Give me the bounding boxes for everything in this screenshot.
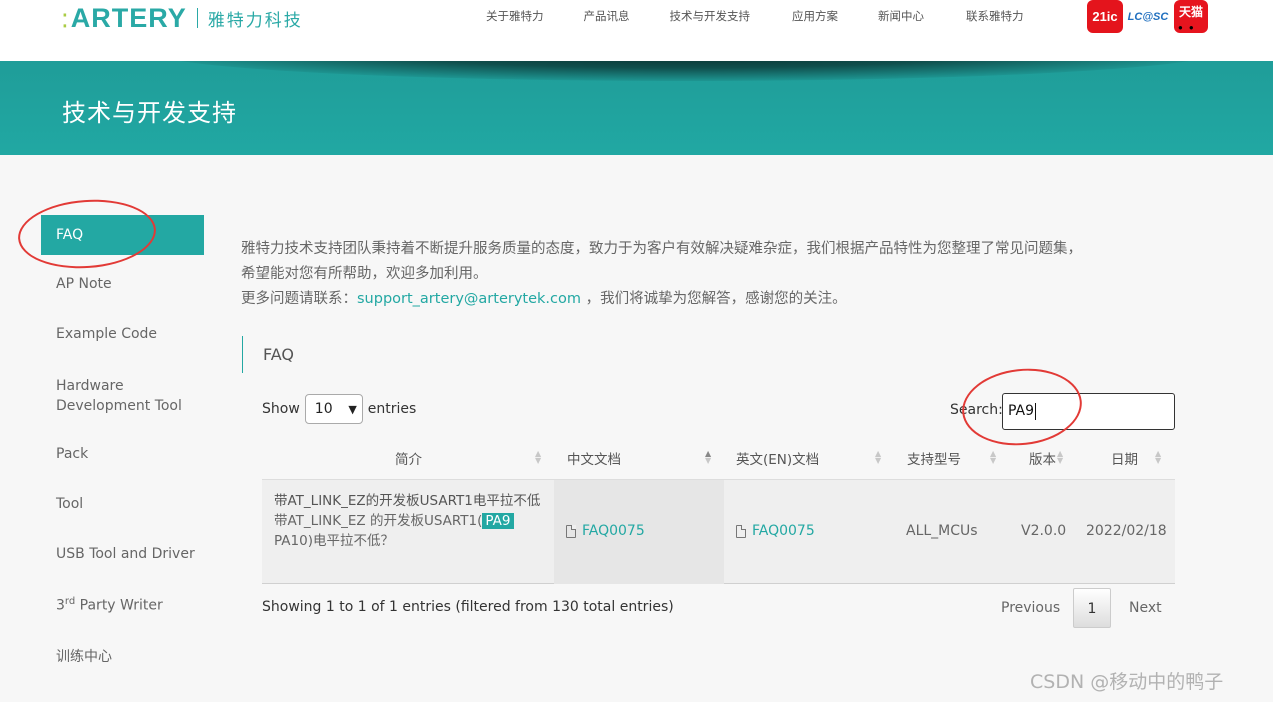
sort-icon: ▲ ▼ <box>875 449 882 465</box>
partner-tmall-logo[interactable]: 天猫 ●● <box>1174 0 1208 33</box>
col-date[interactable]: 日期 <box>1111 448 1138 468</box>
sidebar-item-tool[interactable]: Tool <box>41 496 83 512</box>
text-caret <box>1035 402 1037 420</box>
sidebar-item-pack[interactable]: Pack <box>41 446 88 462</box>
sidebar: FAQ AP Note Example Code Hardware Develo… <box>41 215 204 665</box>
nav-tech-support[interactable]: 技术与开发支持 <box>670 8 751 24</box>
main-nav: 关于雅特力 产品讯息 技术与开发支持 应用方案 新闻中心 联系雅特力 <box>486 8 1024 24</box>
sidebar-item-ap-note[interactable]: AP Note <box>41 276 112 292</box>
writer-label-sup: rd <box>64 596 76 607</box>
en-doc-label: FAQ0075 <box>752 523 815 539</box>
table-header: 简介 ▲ ▼ 中文文档 ▲ ▼ 英文(EN)文档 ▲ ▼ 支持型号 ▲ ▼ 版本 ▲ ▼ … <box>262 436 1175 480</box>
col-en-doc[interactable]: 英文(EN)文档 <box>736 448 819 468</box>
search-highlight: PA9 <box>482 513 514 529</box>
sidebar-item-faq[interactable]: FAQ <box>41 215 204 255</box>
nav-solutions[interactable]: 应用方案 <box>792 8 838 24</box>
section-title: FAQ <box>242 336 294 373</box>
row-brief-title: 带AT_LINK_EZ的开发板USART1电平拉不低 <box>274 493 541 509</box>
search-input-value: PA9 <box>1008 403 1035 419</box>
sidebar-item-third-party-writer[interactable]: 3rd Party Writer <box>41 596 211 614</box>
sidebar-item-example-code[interactable]: Example Code <box>41 326 157 342</box>
sort-icon: ▲ ▼ <box>990 449 997 465</box>
search-input[interactable]: PA9 <box>1002 393 1175 430</box>
logo-dots-icon: ⁚ <box>62 10 69 31</box>
contact-suffix: ，我们将诚挚为您解答，感谢您的关注。 <box>581 291 847 307</box>
col-brief[interactable]: 简介 <box>395 448 422 468</box>
logo-wordmark: ⁚ARTERY <box>62 2 187 33</box>
pdf-icon <box>566 524 576 538</box>
entries-select-value: 10 <box>314 401 333 417</box>
partner-21ic-logo[interactable]: 21ic <box>1087 0 1123 33</box>
row-brief: 带AT_LINK_EZ的开发板USART1电平拉不低 带AT_LINK_EZ 的… <box>274 491 544 551</box>
entries-select[interactable]: 10 ▼ <box>304 394 363 424</box>
logo-divider <box>196 8 198 28</box>
col-cn-doc[interactable]: 中文文档 <box>567 448 621 468</box>
page-banner: 技术与开发支持 <box>0 61 1273 155</box>
previous-page-button[interactable]: Previous <box>1001 588 1060 628</box>
nav-contact[interactable]: 联系雅特力 <box>966 8 1024 24</box>
brief-detail-pre: 带AT_LINK_EZ 的开发板USART1( <box>274 513 483 529</box>
brief-detail-post: PA10)电平拉不低？ <box>274 533 394 549</box>
contact-prefix: 更多问题请联系： <box>241 291 357 307</box>
top-header: ⁚ARTERY 雅特力科技 关于雅特力 产品讯息 技术与开发支持 应用方案 新闻… <box>0 0 1273 61</box>
artery-logo[interactable]: ⁚ARTERY 雅特力科技 <box>62 2 303 33</box>
sort-icon: ▲ ▼ <box>1155 449 1162 465</box>
writer-label-text: Party Writer <box>75 597 163 614</box>
sort-icon: ▲ ▼ <box>535 449 542 465</box>
cn-doc-link[interactable]: FAQ0075 <box>566 523 645 539</box>
intro-text: 雅特力技术支持团队秉持着不断提升服务质量的态度，致力于为客户有效解决疑难杂症，我… <box>241 237 1181 312</box>
pdf-icon <box>736 524 746 538</box>
intro-line-2: 希望能对您有所帮助，欢迎多加利用。 <box>241 266 488 282</box>
en-doc-link[interactable]: FAQ0075 <box>736 523 815 539</box>
intro-line-3: 更多问题请联系：support_artery@arterytek.com ，我们… <box>241 287 1181 312</box>
page-1-button[interactable]: 1 <box>1073 588 1111 628</box>
support-email-link[interactable]: support_artery@arterytek.com <box>357 291 581 307</box>
row-version: V2.0.0 <box>1021 523 1067 539</box>
next-page-button[interactable]: Next <box>1129 588 1162 628</box>
row-brief-detail: 带AT_LINK_EZ 的开发板USART1(PA9 PA10)电平拉不低？ <box>274 511 544 551</box>
watermark: CSDN @移动中的鸭子 <box>1030 671 1224 693</box>
entries-length-control: Show 10 ▼ entries <box>262 394 416 424</box>
writer-label-number: 3 <box>56 597 65 614</box>
row-model: ALL_MCUs <box>906 523 978 539</box>
table-row: 带AT_LINK_EZ的开发板USART1电平拉不低 带AT_LINK_EZ 的… <box>262 480 1175 584</box>
intro-line-1: 雅特力技术支持团队秉持着不断提升服务质量的态度，致力于为客户有效解决疑难杂症，我… <box>241 241 1082 257</box>
sort-asc-icon: ▲ ▼ <box>705 449 712 465</box>
logo-chinese-name: 雅特力科技 <box>207 10 303 31</box>
tmall-eyes-icon: ●● <box>1178 23 1200 32</box>
entries-label: entries <box>367 401 417 417</box>
sidebar-item-hardware-tool[interactable]: Hardware Development Tool <box>41 376 191 416</box>
col-model[interactable]: 支持型号 <box>907 448 961 468</box>
partner-lcsc-logo[interactable]: LC@SC <box>1128 0 1168 33</box>
sidebar-item-training[interactable]: 训练中心 <box>41 646 112 666</box>
show-label: Show <box>262 401 300 417</box>
banner-shadow <box>150 61 1220 81</box>
cn-doc-label: FAQ0075 <box>582 523 645 539</box>
chevron-down-icon: ▼ <box>348 402 357 416</box>
search-label: Search: <box>950 402 1003 418</box>
sidebar-item-usb-tool[interactable]: USB Tool and Driver <box>41 546 211 562</box>
nav-about[interactable]: 关于雅特力 <box>486 8 544 24</box>
nav-products[interactable]: 产品讯息 <box>584 8 630 24</box>
nav-news[interactable]: 新闻中心 <box>878 8 924 24</box>
sort-icon: ▲ ▼ <box>1057 449 1064 465</box>
page-title: 技术与开发支持 <box>62 99 237 127</box>
col-version[interactable]: 版本 <box>1029 448 1056 468</box>
table-info: Showing 1 to 1 of 1 entries (filtered fr… <box>262 599 674 615</box>
row-date: 2022/02/18 <box>1086 523 1167 539</box>
